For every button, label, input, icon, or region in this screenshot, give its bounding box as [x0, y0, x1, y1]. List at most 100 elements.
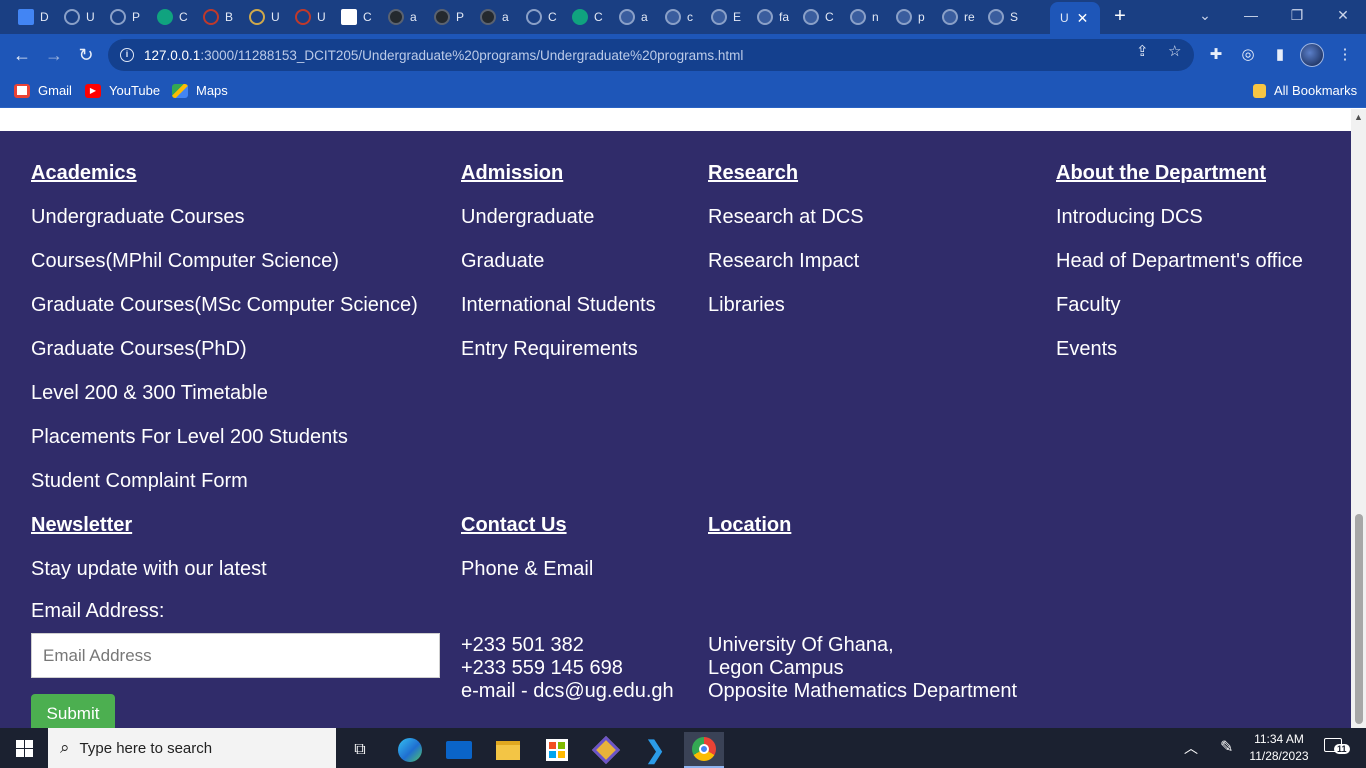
profile-avatar[interactable] — [1300, 43, 1324, 67]
browser-tab[interactable]: U — [239, 4, 285, 30]
task-view-icon[interactable]: ⧉ — [340, 732, 380, 768]
browser-tab[interactable]: a — [609, 4, 655, 30]
close-tab-icon[interactable]: ✕ — [1077, 10, 1089, 27]
academics-column: Academics Undergraduate Courses Courses(… — [31, 161, 418, 601]
tab-search-icon[interactable]: ⌄ — [1182, 0, 1228, 32]
extension-icon[interactable]: ◎ — [1238, 45, 1258, 65]
research-link[interactable]: Research Impact — [708, 249, 864, 293]
browser-tab[interactable]: E — [701, 4, 747, 30]
share-icon[interactable]: ⇪ — [1136, 42, 1149, 60]
about-link[interactable]: Faculty — [1056, 293, 1303, 337]
about-link[interactable]: Events — [1056, 337, 1303, 381]
globe-icon — [896, 9, 912, 25]
tab-label: a — [502, 10, 509, 24]
all-bookmarks[interactable]: All Bookmarks — [1253, 83, 1357, 98]
about-heading[interactable]: About the Department — [1056, 161, 1303, 205]
admission-link[interactable]: Graduate — [461, 249, 656, 293]
submit-button[interactable]: Submit — [31, 694, 115, 728]
browser-tab[interactable]: D — [8, 4, 54, 30]
reload-button[interactable]: ↻ — [73, 42, 99, 68]
academics-link[interactable]: Graduate Courses(PhD) — [31, 337, 418, 381]
search-placeholder: Type here to search — [79, 739, 213, 757]
about-link[interactable]: Head of Department's office — [1056, 249, 1303, 293]
edge-icon[interactable] — [390, 732, 430, 768]
taskbar-search[interactable]: ⌕ Type here to search — [48, 728, 336, 768]
browser-tab[interactable]: a — [378, 4, 424, 30]
browser-tab[interactable]: B — [193, 4, 239, 30]
browser-tab[interactable]: re — [932, 4, 978, 30]
research-heading[interactable]: Research — [708, 161, 864, 205]
browser-tab[interactable]: C — [147, 4, 193, 30]
pen-icon[interactable]: ✎ — [1220, 728, 1233, 768]
vscode-icon[interactable]: ❯ — [635, 732, 675, 768]
browser-tab[interactable]: P — [424, 4, 470, 30]
browser-tab[interactable]: P — [100, 4, 146, 30]
browser-tab[interactable]: a — [470, 4, 516, 30]
bookmark-gmail[interactable]: Gmail — [14, 83, 72, 98]
academics-link[interactable]: Student Complaint Form — [31, 469, 418, 513]
bookmark-youtube[interactable]: ▶ YouTube — [85, 83, 160, 98]
newsletter-email-input[interactable] — [31, 633, 440, 678]
globe-icon — [619, 9, 635, 25]
browser-tab[interactable]: C — [331, 4, 377, 30]
site-info-icon[interactable]: i — [120, 48, 134, 62]
extensions-icon[interactable]: ✚ — [1206, 45, 1226, 65]
location-heading: Location — [708, 514, 792, 536]
close-window-button[interactable]: ✕ — [1320, 0, 1366, 32]
browser-tab[interactable]: U — [285, 4, 331, 30]
mail-icon[interactable] — [439, 732, 479, 768]
browser-tab[interactable]: c — [655, 4, 701, 30]
side-panel-icon[interactable]: ▮ — [1270, 45, 1290, 65]
bookmark-maps[interactable]: Maps — [172, 83, 228, 98]
forward-button[interactable]: → — [41, 42, 67, 68]
browser-tab[interactable]: C — [516, 4, 562, 30]
bookmark-star-icon[interactable]: ☆ — [1168, 42, 1181, 60]
academics-link[interactable]: Placements For Level 200 Students — [31, 425, 418, 469]
admission-link[interactable]: Entry Requirements — [461, 337, 656, 381]
back-button[interactable]: ← — [9, 42, 35, 68]
admission-link[interactable]: International Students — [461, 293, 656, 337]
chrome-icon[interactable] — [684, 732, 724, 768]
store-icon[interactable] — [537, 732, 577, 768]
menu-icon[interactable]: ⋮ — [1335, 45, 1355, 65]
contact-heading: Contact Us — [461, 514, 567, 536]
academics-heading[interactable]: Academics — [31, 161, 418, 205]
tab-label: E — [733, 10, 742, 24]
page-scrollbar[interactable]: ▲ — [1351, 109, 1366, 728]
git-icon[interactable] — [586, 732, 626, 768]
address-bar[interactable]: i 127.0.0.1:3000/11288153_DCIT205/Underg… — [108, 39, 1194, 71]
research-link[interactable]: Libraries — [708, 293, 864, 337]
browser-tab[interactable]: C — [793, 4, 839, 30]
scroll-thumb[interactable] — [1355, 514, 1363, 724]
admission-heading[interactable]: Admission — [461, 161, 656, 205]
academics-link[interactable]: Undergraduate Courses — [31, 205, 418, 249]
research-link[interactable]: Research at DCS — [708, 205, 864, 249]
browser-tab[interactable]: fa — [747, 4, 793, 30]
tab-label: fa — [779, 10, 790, 24]
start-button[interactable] — [0, 728, 48, 768]
notifications-icon[interactable]: 11 — [1324, 738, 1350, 758]
academics-link[interactable]: Courses(MPhil Computer Science) — [31, 249, 418, 293]
newsletter-text: Stay update with our latest — [31, 558, 267, 580]
academics-link[interactable]: Level 200 & 300 Timetable — [31, 381, 418, 425]
minimize-button[interactable]: — — [1228, 0, 1274, 32]
maps-icon — [172, 83, 188, 98]
about-link[interactable]: Introducing DCS — [1056, 205, 1303, 249]
scroll-up-arrow-icon[interactable]: ▲ — [1354, 112, 1363, 122]
browser-tab[interactable]: U — [54, 4, 100, 30]
browser-tab[interactable]: S — [978, 4, 1024, 30]
compass-icon — [249, 9, 265, 25]
academics-link[interactable]: Graduate Courses(MSc Computer Science) — [31, 293, 418, 337]
browser-tab[interactable]: p — [886, 4, 932, 30]
system-clock[interactable]: 11:34 AM 11/28/2023 — [1248, 731, 1310, 765]
restore-button[interactable]: ❐ — [1274, 0, 1320, 32]
admission-link[interactable]: Undergraduate — [461, 205, 656, 249]
browser-tab[interactable]: C — [562, 4, 608, 30]
browser-tab[interactable]: n — [840, 4, 886, 30]
file-explorer-icon[interactable] — [488, 732, 528, 768]
email-address[interactable]: e-mail - dcs@ug.edu.gh — [461, 680, 674, 703]
show-hidden-icons-icon[interactable]: ︿ — [1184, 728, 1198, 768]
new-tab-button[interactable]: + — [1108, 4, 1132, 28]
globe-icon — [803, 9, 819, 25]
active-tab[interactable]: U ✕ — [1050, 2, 1100, 34]
